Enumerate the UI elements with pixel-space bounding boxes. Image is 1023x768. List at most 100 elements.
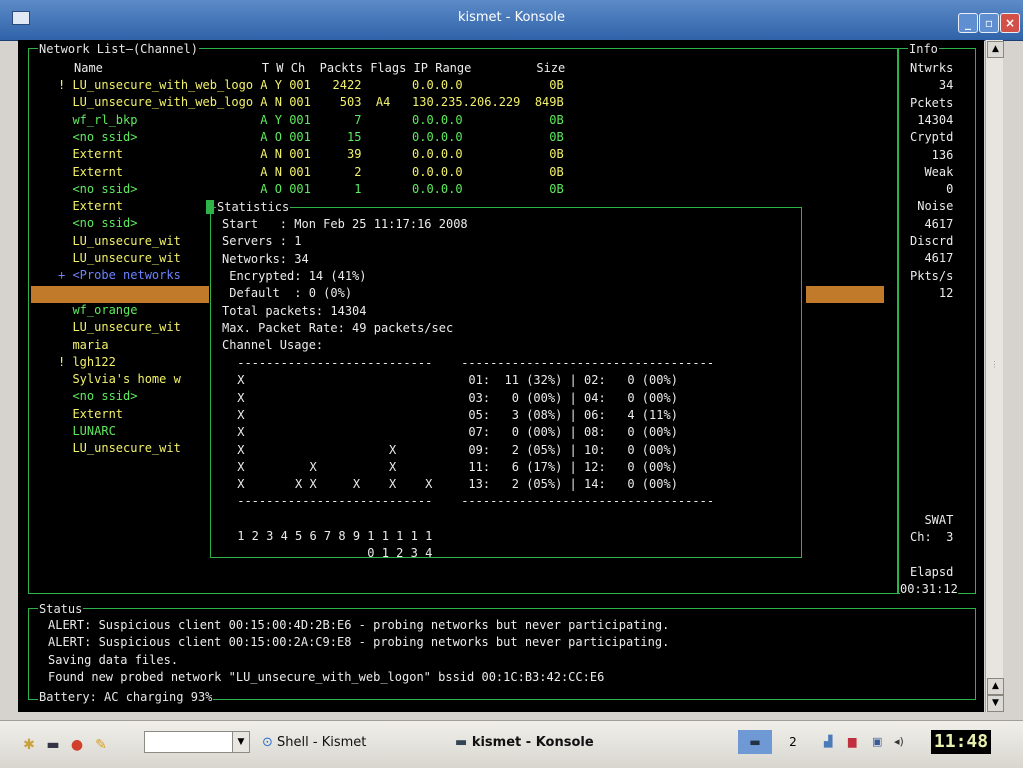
channel-usage-line: X 01: 11 (32%) | 02: 0 (00%) <box>230 373 678 388</box>
channel-usage-line: X 05: 3 (08%) | 06: 4 (11%) <box>230 407 678 422</box>
konsole-icon: ▬ <box>455 735 468 750</box>
statistics-line: Default : 0 (0%) <box>222 286 353 301</box>
keyboard-layout-icon[interactable]: ▆ <box>848 734 856 750</box>
statistics-line: Encrypted: 14 (41%) <box>222 268 367 283</box>
scrollbar-grip-icon[interactable]: ⋮ <box>988 360 1001 374</box>
channel-usage-line: X 03: 0 (00%) | 04: 0 (00%) <box>230 390 678 405</box>
statistics-line: Start : Mon Feb 25 11:17:16 2008 <box>222 217 468 231</box>
info-line: 14304 <box>910 112 954 127</box>
chevron-down-icon[interactable]: ▼ <box>232 731 250 753</box>
status-line: ALERT: Suspicious client 00:15:00:4D:2B:… <box>48 618 670 632</box>
network-row[interactable]: Externt A N 001 39 0.0.0.0 0B <box>58 146 563 163</box>
info-line: Ntwrks <box>910 61 954 75</box>
task-kismet-konsole-label: kismet - Konsole <box>471 735 594 750</box>
channel-usage-line: X X 09: 2 (05%) | 10: 0 (00%) <box>230 442 678 457</box>
network-list-title: Network List—(Channel) <box>38 42 199 56</box>
channel-usage-line: X X X X X X 13: 2 (05%) | 14: 0 (00%) <box>230 477 678 492</box>
selected-row-highlight-left <box>31 286 209 303</box>
maximize-button[interactable]: ▫ <box>979 13 999 33</box>
network-row[interactable]: + <Probe networks <box>58 267 181 284</box>
monitor-icon[interactable]: ▣ <box>872 734 882 750</box>
network-row[interactable]: ! lgh122 <box>58 354 116 371</box>
info-line: Cryptd <box>910 130 954 145</box>
channel-usage-line: --------------------------- ------------… <box>230 356 715 370</box>
network-row[interactable]: <no ssid> <box>58 388 137 405</box>
network-row[interactable]: LU_unsecure_wit <box>58 319 180 336</box>
scroll-up-arrow-icon[interactable]: ▲ <box>987 41 1004 58</box>
statistics-line: Max. Packet Rate: 49 packets/sec <box>222 320 454 335</box>
info-line: 34 <box>910 78 954 93</box>
info-title: Info <box>908 42 939 56</box>
info-line: Pckets <box>910 95 954 110</box>
selected-row-highlight-right <box>806 286 884 303</box>
terminal-area[interactable]: Network List—(Channel) Name T W Ch Packt… <box>18 40 984 712</box>
pager-desktop-1[interactable]: ▬ <box>738 730 772 754</box>
info-line: 12 <box>910 285 954 300</box>
info-swat: SWAT <box>910 513 954 527</box>
statistics-line: Channel Usage: <box>222 338 324 353</box>
window-title: kismet - Konsole <box>457 10 566 25</box>
volume-icon[interactable]: ◂) <box>894 734 904 750</box>
network-row[interactable]: wf_orange <box>58 302 137 319</box>
taskbar: ✱ ▬ ● ✎ ▼ ⊙ Shell - Kismet ▬ kismet - Ko… <box>0 720 1023 768</box>
info-line: Discrd <box>910 234 954 248</box>
network-row[interactable]: LU_unsecure_wit <box>58 233 180 250</box>
network-row[interactable]: LUNARC <box>58 423 115 440</box>
kde-menu-icon[interactable]: ✱ <box>20 736 38 754</box>
minimize-button[interactable]: _ <box>958 13 978 33</box>
info-elapsed-value: 00:31:12 <box>900 581 958 599</box>
network-row[interactable]: <no ssid> <box>58 215 137 232</box>
settings-icon[interactable]: ✎ <box>92 736 110 754</box>
info-line: Noise <box>910 199 954 214</box>
statistics-line: Networks: 34 <box>222 251 309 266</box>
network-row[interactable]: LU_unsecure_wit <box>58 440 180 457</box>
network-row[interactable]: Externt <box>58 406 123 423</box>
channel-usage-line: X X X 11: 6 (17%) | 12: 0 (00%) <box>230 459 678 474</box>
network-row[interactable]: maria <box>58 337 108 354</box>
network-row[interactable]: ! LU_unsecure_with_web_logo A Y 001 2422… <box>58 77 564 94</box>
status-line: Found new probed network "LU_unsecure_wi… <box>48 669 605 684</box>
network-icon[interactable]: ▟ <box>824 734 832 750</box>
channel-usage-line: --------------------------- ------------… <box>230 494 715 509</box>
terminal-scrollbar[interactable]: ▲ ⋮ ▲ ▼ <box>985 40 1004 712</box>
info-line: 4617 <box>910 216 954 231</box>
task-kismet-konsole[interactable]: ▬ kismet - Konsole <box>455 733 594 753</box>
scroll-up-arrow-icon[interactable]: ▲ <box>987 678 1004 695</box>
pager-desktop-2[interactable]: 2 <box>776 730 810 754</box>
network-row[interactable]: Externt A N 001 2 0.0.0.0 0B <box>58 164 563 181</box>
browser-icon[interactable]: ● <box>68 736 86 754</box>
task-shell-kismet-label: Shell - Kismet <box>277 735 367 750</box>
info-line: 136 <box>910 147 954 162</box>
close-button[interactable]: × <box>1000 13 1020 33</box>
channel-usage-line: X 07: 0 (00%) | 08: 0 (00%) <box>230 425 678 440</box>
network-row[interactable]: wf_rl_bkp A Y 001 7 0.0.0.0 0B <box>58 112 563 129</box>
statistics-title: Statistics <box>216 200 291 214</box>
desktop-thumbnail-icon: ▬ <box>749 735 761 749</box>
network-row[interactable]: LU_unsecure_wit <box>58 250 180 267</box>
network-row[interactable]: LU_unsecure_with_web_logo A N 001 503 A4… <box>58 94 563 111</box>
desktop-icon[interactable]: ▬ <box>44 736 62 754</box>
network-list-header: Name T W Ch Packts Flags IP Range Size <box>74 61 566 75</box>
network-row[interactable]: <no ssid> A O 001 1 0.0.0.0 0B <box>58 181 563 198</box>
shell-icon: ⊙ <box>262 735 273 750</box>
network-row[interactable]: <no ssid> A O 001 15 0.0.0.0 0B <box>58 129 563 146</box>
info-elapsed-label: Elapsd <box>910 565 954 579</box>
info-channel: Ch: 3 <box>910 530 954 544</box>
network-row[interactable]: Sylvia's home w <box>58 371 180 388</box>
statistics-line: Total packets: 14304 <box>222 303 367 318</box>
status-line: ALERT: Suspicious client 00:15:00:2A:C9:… <box>48 635 670 650</box>
run-command-input[interactable] <box>144 731 234 753</box>
clock[interactable]: 11:48 <box>931 730 991 754</box>
status-line: Saving data files. <box>48 652 179 667</box>
scroll-down-arrow-icon[interactable]: ▼ <box>987 695 1004 712</box>
terminal-cursor <box>206 200 214 214</box>
info-line: 0 <box>910 182 954 197</box>
info-line: 4617 <box>910 251 954 266</box>
battery-status: Battery: AC charging 93% <box>38 690 214 704</box>
title-bar[interactable]: kismet - Konsole _ ▫ × <box>0 0 1023 41</box>
task-shell-kismet[interactable]: ⊙ Shell - Kismet <box>262 733 366 753</box>
info-line: Pkts/s <box>910 268 954 283</box>
channel-usage-line: 1 2 3 4 5 6 7 8 9 1 1 1 1 1 <box>230 529 433 543</box>
konsole-window: kismet - Konsole _ ▫ × Network List—(Cha… <box>0 0 1023 720</box>
network-row[interactable]: Externt <box>58 198 123 215</box>
